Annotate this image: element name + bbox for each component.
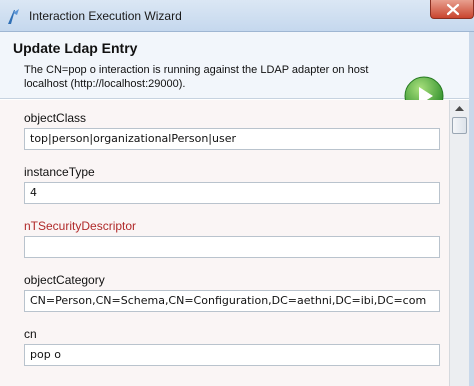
close-icon bbox=[446, 3, 460, 16]
field-label-objectclass: objectClass bbox=[24, 111, 87, 125]
objectcategory-input[interactable]: CN=Person,CN=Schema,CN=Configuration,DC=… bbox=[24, 290, 440, 312]
field-label-ntsecuritydescriptor: nTSecurityDescriptor bbox=[24, 219, 137, 233]
cn-input[interactable]: pop o bbox=[24, 344, 440, 366]
ntsecuritydescriptor-input[interactable] bbox=[24, 236, 440, 258]
entry-form: objectClass top|person|organizationalPer… bbox=[0, 100, 449, 386]
page-title: Update Ldap Entry bbox=[13, 40, 138, 56]
field-label-instancetype: instanceType bbox=[24, 165, 95, 179]
window-title: Interaction Execution Wizard bbox=[29, 9, 182, 23]
wizard-header: Update Ldap Entry The CN=pop o interacti… bbox=[0, 32, 474, 116]
title-bar: Interaction Execution Wizard bbox=[0, 0, 474, 32]
scroll-up-icon[interactable] bbox=[450, 100, 469, 117]
field-label-cn: cn bbox=[24, 327, 37, 341]
window-border bbox=[469, 32, 474, 386]
field-label-objectcategory: objectCategory bbox=[24, 273, 105, 287]
close-button[interactable] bbox=[430, 0, 474, 19]
objectclass-input[interactable]: top|person|organizationalPerson|user bbox=[24, 128, 440, 150]
page-description: The CN=pop o interaction is running agai… bbox=[24, 64, 369, 90]
vertical-scrollbar[interactable] bbox=[449, 100, 469, 386]
wizard-app-icon bbox=[8, 9, 19, 24]
scroll-thumb[interactable] bbox=[452, 117, 467, 134]
instancetype-input[interactable]: 4 bbox=[24, 182, 440, 204]
